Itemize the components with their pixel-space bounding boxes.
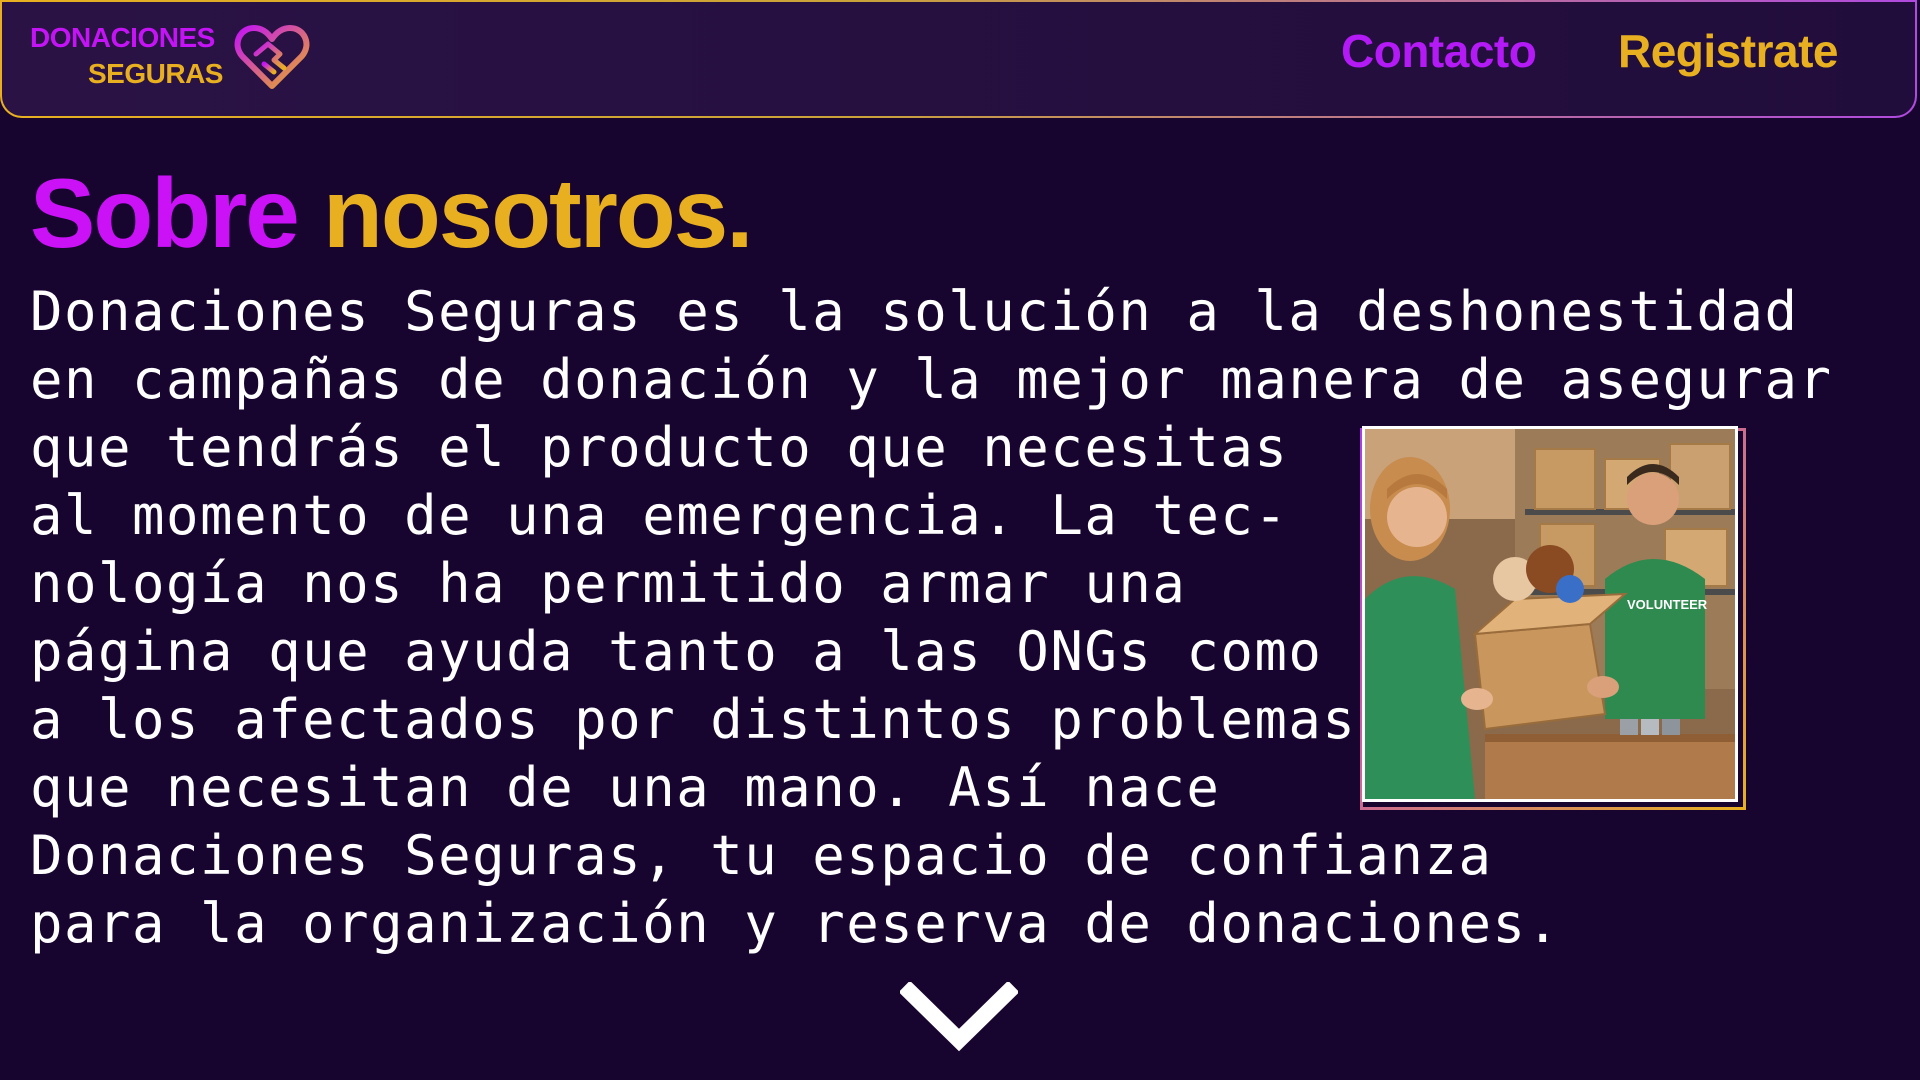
- volunteer-shirt-label: VOLUNTEER: [1627, 597, 1708, 612]
- brand-name-line2: SEGURAS: [88, 58, 223, 89]
- paragraph-line: en campañas de donación y la mejor maner…: [30, 348, 1833, 411]
- nav-registrate-link[interactable]: Registrate: [1618, 24, 1838, 78]
- paragraph-line: Donaciones Seguras, tu espacio de confia…: [30, 824, 1493, 887]
- paragraph-line: para la organización y reserva de donaci…: [30, 892, 1561, 955]
- volunteers-illustration: VOLUNTEER: [1365, 429, 1735, 799]
- brand-name-line1: DONACIONES: [30, 22, 215, 53]
- page-title: Sobre nosotros.: [30, 158, 753, 268]
- page-title-part1: Sobre: [30, 158, 300, 268]
- volunteers-photo: VOLUNTEER: [1362, 426, 1738, 802]
- nav-contacto-link[interactable]: Contacto: [1341, 24, 1537, 78]
- page-title-part2: nosotros.: [322, 158, 753, 268]
- heart-handshake-icon: [234, 25, 310, 89]
- paragraph-line: Donaciones Seguras es la solución a la d…: [30, 280, 1799, 343]
- chevron-down-icon[interactable]: [900, 982, 1018, 1054]
